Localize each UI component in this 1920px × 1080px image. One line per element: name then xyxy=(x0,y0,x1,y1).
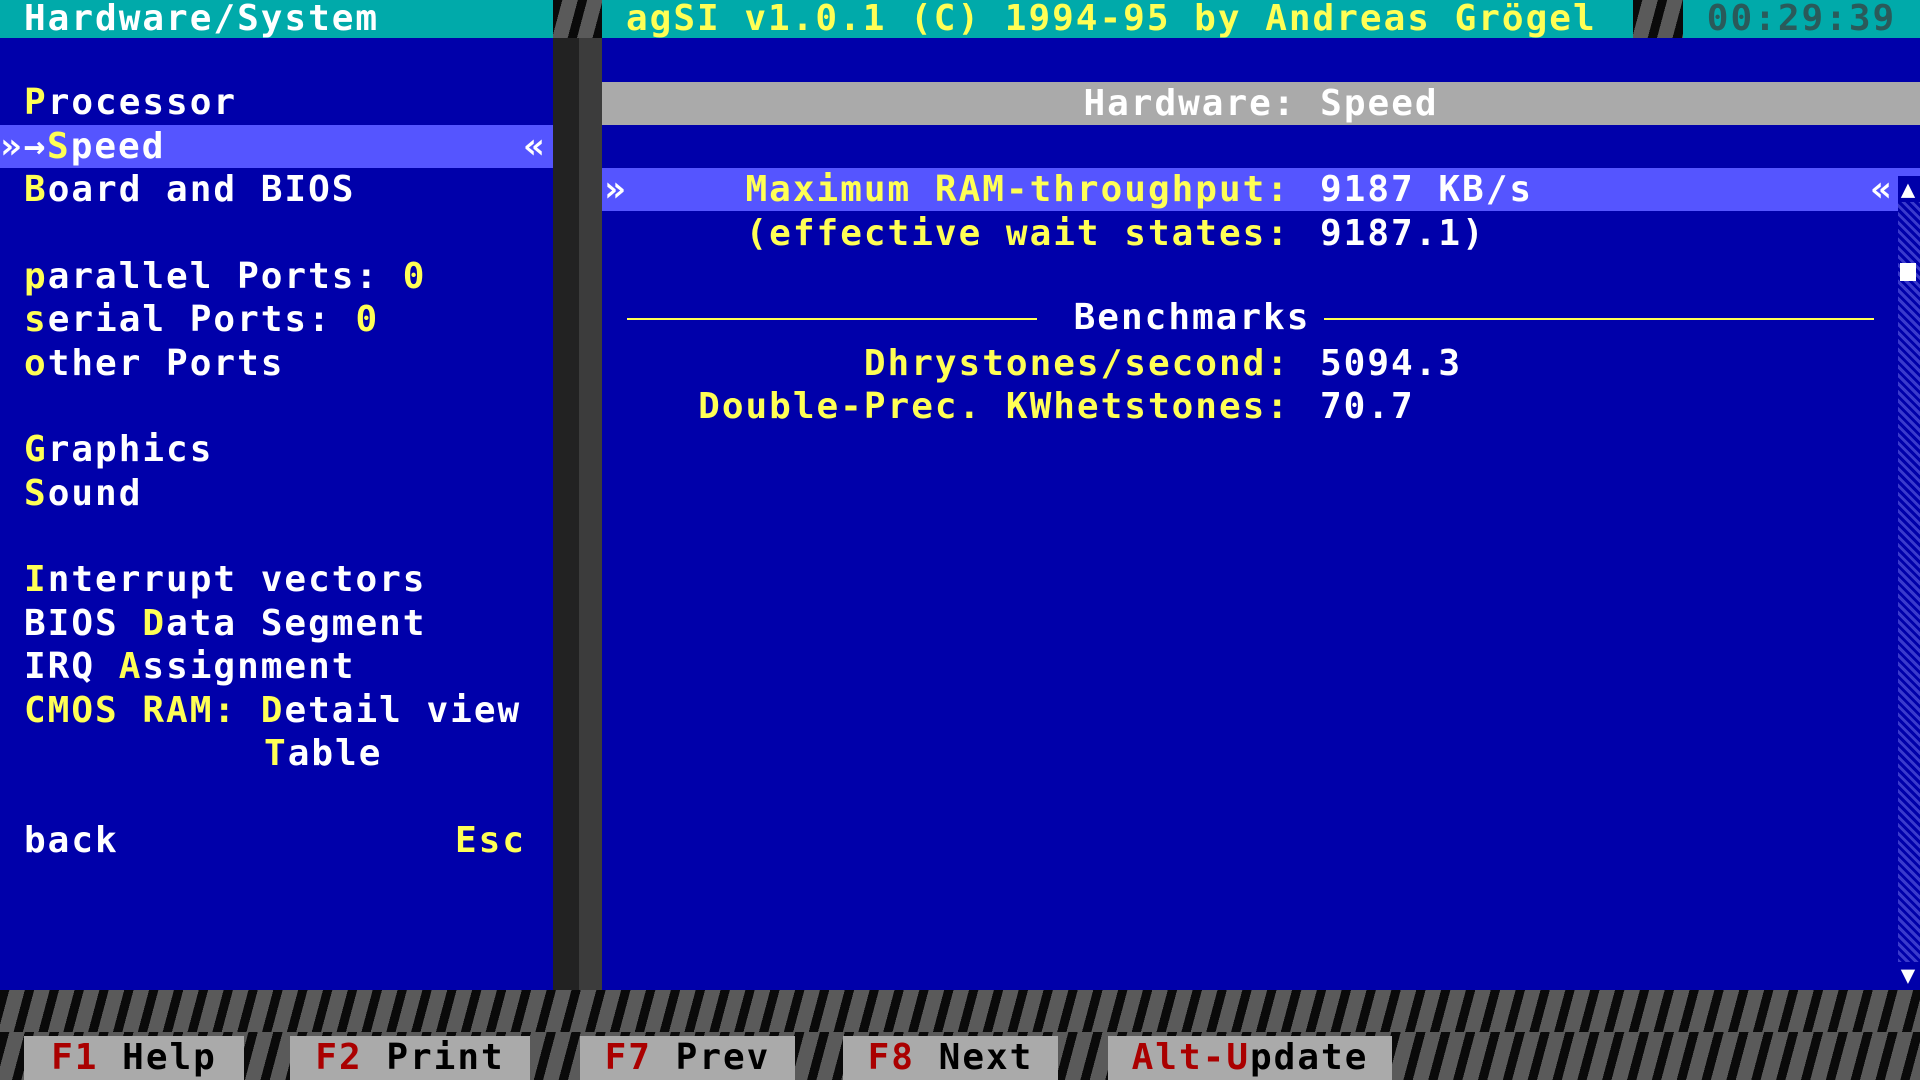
row-selected-left-icon: » xyxy=(604,169,628,210)
f1-help-button[interactable]: F1 Help xyxy=(24,1036,244,1080)
menu-item-label: ssignment xyxy=(142,646,356,687)
menu-item-processor[interactable]: Processor xyxy=(0,81,553,124)
menu-item-back[interactable]: back Esc xyxy=(0,819,553,862)
menu-hotkey: S xyxy=(24,473,48,514)
menu-item-serial-ports[interactable]: serial Ports: 0 xyxy=(0,298,553,341)
row-selected-right-icon: « xyxy=(1870,169,1894,210)
app-title: agSI v1.0.1 (C) 1994-95 by Andreas Gröge… xyxy=(602,0,1633,38)
ram-throughput-label: Maximum RAM-throughput: xyxy=(745,169,1290,210)
serial-port-count: 0 xyxy=(355,299,380,340)
row-wait-states: (effective wait states: 9187.1) xyxy=(602,212,1920,255)
alt-update-button[interactable]: Alt-Update xyxy=(1108,1036,1392,1080)
menu-hotkey: D xyxy=(142,603,167,644)
fkey-label: Help xyxy=(98,1037,217,1078)
wait-states-label: (effective wait states: xyxy=(745,213,1290,254)
left-panel-title: Hardware/System xyxy=(0,0,553,38)
fkey-key: F1 xyxy=(51,1037,99,1078)
bottom-hatch-strip xyxy=(0,990,1920,1032)
benchmarks-divider-left xyxy=(627,318,1037,320)
menu-hotkey: I xyxy=(24,559,48,600)
fkey-label: Print xyxy=(362,1037,505,1078)
f7-prev-button[interactable]: F7 Prev xyxy=(580,1036,795,1080)
scrollbar[interactable]: ▲ ▼ xyxy=(1898,176,1920,988)
menu-hotkey: B xyxy=(24,169,48,210)
parallel-port-count: 0 xyxy=(402,256,427,297)
menu-hotkey: s xyxy=(24,299,48,340)
benchmarks-title: Benchmarks xyxy=(1073,297,1311,338)
menu-item-label: raphics xyxy=(47,429,214,470)
menu-item-other-ports[interactable]: other Ports xyxy=(0,342,553,385)
menu-hotkey: A xyxy=(118,646,143,687)
row-whetstones: Double-Prec. KWhetstones: 70.7 xyxy=(602,385,1920,428)
menu-item-cmos-table[interactable]: Table xyxy=(0,732,553,775)
menu-item-label: peed xyxy=(70,126,166,167)
menu-item-label: ata Segment xyxy=(166,603,427,644)
fkey-key: F2 xyxy=(315,1037,363,1078)
menu-item-parallel-ports[interactable]: parallel Ports: 0 xyxy=(0,255,553,298)
whetstones-value: 70.7 xyxy=(1320,386,1415,427)
whetstones-label: Double-Prec. KWhetstones: xyxy=(698,386,1290,427)
fkey-label: Prev xyxy=(651,1037,771,1078)
menu-item-label: ound xyxy=(47,473,143,514)
menu-hotkey: D xyxy=(260,690,285,731)
back-label: back xyxy=(24,820,119,861)
scroll-up-icon[interactable]: ▲ xyxy=(1898,176,1920,202)
benchmarks-divider-right xyxy=(1324,318,1874,320)
selection-end-icon: « xyxy=(523,126,547,167)
fkey-label: Next xyxy=(914,1037,1034,1078)
fkey-key: Alt-U xyxy=(1131,1037,1250,1078)
menu-hotkey: o xyxy=(24,343,48,384)
f2-print-button[interactable]: F2 Print xyxy=(290,1036,530,1080)
scrollbar-thumb[interactable] xyxy=(1900,263,1916,281)
menu-item-interrupt-vectors[interactable]: Interrupt vectors xyxy=(0,558,553,601)
cmos-label: CMOS RAM: xyxy=(24,690,261,731)
function-key-bar: F1 Help F2 Print F7 Prev F8 Next Alt-Upd… xyxy=(0,1032,1920,1080)
title-hatch-gap-right xyxy=(1633,0,1683,38)
menu-item-label: arallel Ports: xyxy=(47,256,403,297)
menu-item-graphics[interactable]: Graphics xyxy=(0,428,553,471)
menu-hotkey: P xyxy=(24,82,48,123)
panel-header: Hardware: Speed xyxy=(602,82,1920,125)
menu-item-label: etail view xyxy=(284,690,522,731)
content-panel: Hardware: Speed » Maximum RAM-throughput… xyxy=(602,38,1920,990)
menu-item-irq-assignment[interactable]: IRQ Assignment xyxy=(0,645,553,688)
vertical-divider xyxy=(553,38,579,990)
fkey-key: F7 xyxy=(604,1037,652,1078)
f8-next-button[interactable]: F8 Next xyxy=(843,1036,1058,1080)
menu-item-label: rocessor xyxy=(47,82,238,123)
fkey-key: F8 xyxy=(867,1037,915,1078)
row-ram-throughput[interactable]: » Maximum RAM-throughput: 9187 KB/s « xyxy=(602,168,1920,211)
menu-hotkey: S xyxy=(47,126,71,167)
menu-item-sound[interactable]: Sound xyxy=(0,472,553,515)
clock: 00:29:39 xyxy=(1683,0,1920,38)
menu-item-label-prefix: BIOS xyxy=(24,603,143,644)
menu-item-bios-data-segment[interactable]: BIOS Data Segment xyxy=(0,602,553,645)
back-key: Esc xyxy=(454,820,526,861)
menu-item-speed[interactable]: »→ Speed « xyxy=(0,125,553,168)
menu-item-label: nterrupt vectors xyxy=(47,559,427,600)
menu-item-label-prefix: IRQ xyxy=(24,646,119,687)
menu-item-label: ther Ports xyxy=(47,343,285,384)
ram-throughput-value: 9187 KB/s xyxy=(1320,169,1534,210)
menu-hotkey: G xyxy=(24,429,48,470)
dhrystones-value: 5094.3 xyxy=(1320,343,1463,384)
menu-hotkey: p xyxy=(24,256,48,297)
wait-states-value: 9187.1) xyxy=(1320,213,1486,254)
menu-item-label: oard and BIOS xyxy=(47,169,356,210)
row-dhrystones: Dhrystones/second: 5094.3 xyxy=(602,342,1920,385)
selection-arrow-icon: »→ xyxy=(0,126,48,167)
menu-item-cmos-detail-view[interactable]: CMOS RAM: Detail view xyxy=(0,689,553,732)
menu-item-board-bios[interactable]: Board and BIOS xyxy=(0,168,553,211)
menu-item-label: able xyxy=(287,733,383,774)
scroll-down-icon[interactable]: ▼ xyxy=(1898,962,1920,988)
menu-hotkey: T xyxy=(264,733,288,774)
dhrystones-label: Dhrystones/second: xyxy=(863,343,1290,384)
menu-item-label: erial Ports: xyxy=(47,299,356,340)
title-hatch-gap xyxy=(553,0,602,38)
left-menu-panel: Processor »→ Speed « Board and BIOS para… xyxy=(0,38,553,990)
fkey-label: pdate xyxy=(1250,1037,1369,1078)
